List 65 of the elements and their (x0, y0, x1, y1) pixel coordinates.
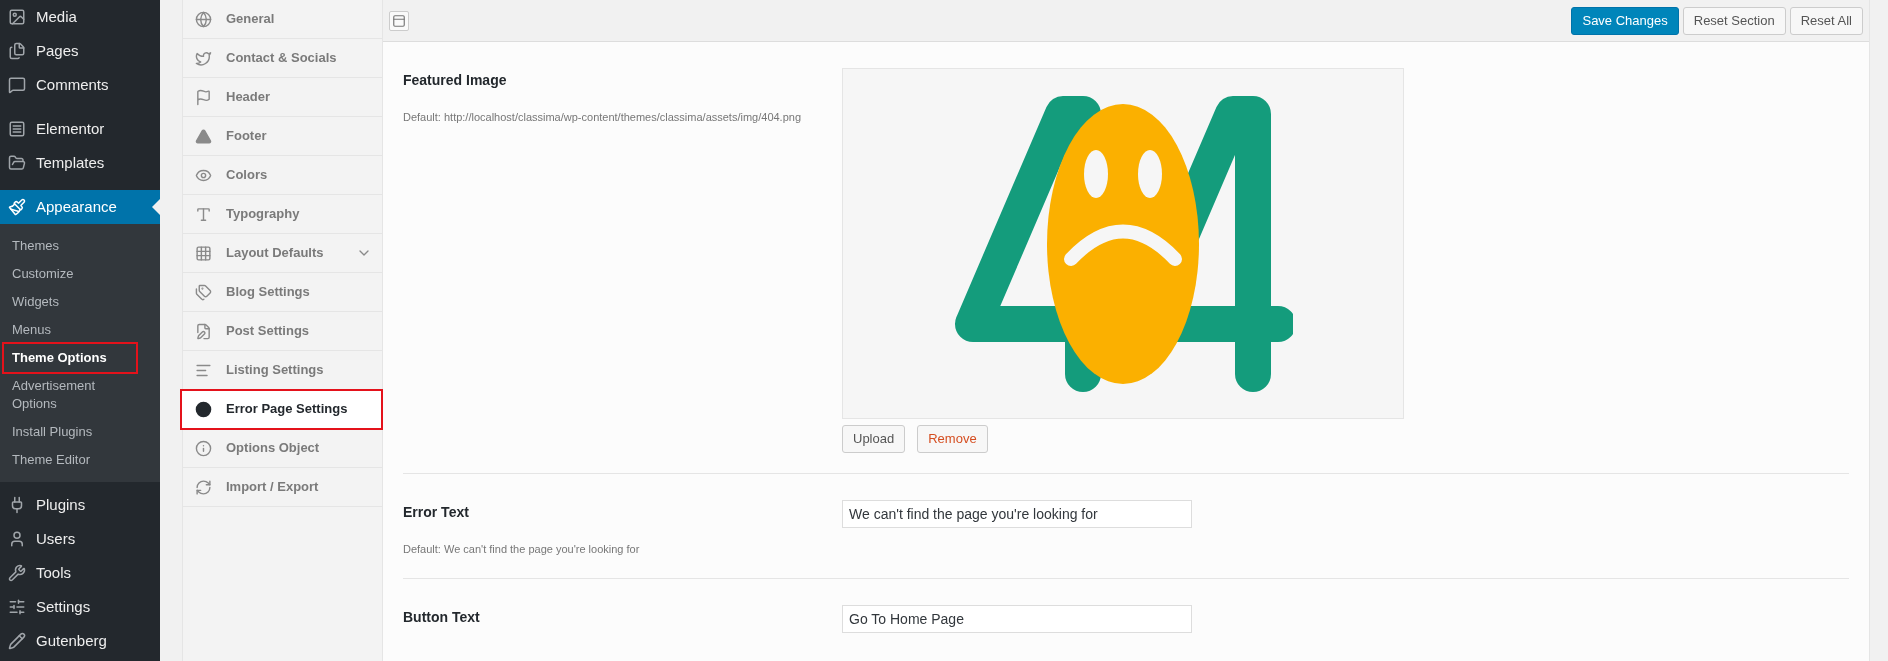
menu-item[interactable]: Templates (0, 146, 160, 180)
field-label: Error Text (403, 503, 470, 522)
menu-item[interactable]: Elementor (0, 112, 160, 146)
submenu-item[interactable]: Themes (4, 232, 136, 260)
options-nav-item[interactable]: Import / Export (183, 468, 382, 507)
flag-icon (195, 88, 212, 106)
menu-item[interactable]: Settings (0, 590, 160, 624)
speech-bubble-icon (8, 76, 26, 94)
options-nav-item[interactable]: Header (183, 78, 382, 117)
bird-icon (195, 49, 212, 67)
submenu-item[interactable]: Advertisement Options (4, 372, 136, 418)
options-nav-item[interactable]: Error Page Settings (181, 390, 382, 429)
menu-item[interactable]: Media (0, 0, 160, 34)
triangle-icon (195, 127, 212, 145)
media-icon (8, 8, 26, 26)
remove-button[interactable]: Remove (917, 425, 988, 453)
menu-item[interactable]: Plugins (0, 488, 160, 522)
options-nav-item[interactable]: Contact & Socials (183, 39, 382, 78)
refresh-icon (195, 478, 212, 496)
toolbar-button[interactable]: Save Changes (1571, 6, 1679, 35)
options-nav-item[interactable]: Post Settings (183, 312, 382, 351)
field-description: Default: We can't find the page you're looking for (403, 542, 641, 557)
field-label: Featured Image (403, 71, 508, 90)
text-input[interactable]: Go To Home Page (842, 604, 1192, 633)
upload-button[interactable]: Upload (842, 425, 906, 453)
menu-item[interactable]: Comments (0, 68, 160, 102)
edit-icon (195, 322, 212, 340)
options-nav-item[interactable]: Layout Defaults (183, 234, 382, 273)
info-icon (195, 439, 212, 457)
field-description: Default: http://localhost/classima/wp-content/themes/classima/assets/img/404.png (403, 110, 803, 125)
options-nav-item[interactable]: Blog Settings (183, 273, 382, 312)
user-icon (8, 530, 26, 548)
sliders-icon (8, 598, 26, 616)
text-input[interactable]: We can't find the page you're looking for (842, 500, 1192, 528)
submenu-item[interactable]: Theme Editor (4, 446, 136, 474)
square-icon (8, 120, 26, 138)
submenu-item[interactable]: Menus (4, 316, 136, 344)
menu-item[interactable]: Gutenberg (0, 624, 160, 658)
submenu-item[interactable]: Widgets (4, 288, 136, 316)
options-nav-item[interactable]: Typography (183, 195, 382, 234)
text-icon (195, 205, 212, 223)
options-nav-item[interactable]: General (183, 0, 382, 39)
pages-icon (8, 42, 26, 60)
globe-icon (195, 10, 212, 28)
layout-toggle-icon[interactable] (389, 10, 409, 31)
menu-item[interactable]: Users (0, 522, 160, 556)
toolbar-button[interactable]: Reset Section (1682, 6, 1786, 35)
wrench-icon (8, 564, 26, 582)
menu-item[interactable]: Pages (0, 34, 160, 68)
submenu-item[interactable]: Install Plugins (4, 418, 136, 446)
menu-item[interactable]: Appearance (0, 190, 160, 224)
pencil-icon (8, 632, 26, 650)
folder-icon (8, 154, 26, 172)
field-label: Button Text (403, 607, 481, 627)
options-nav-item[interactable]: Colors (183, 156, 382, 195)
brush-icon (8, 198, 26, 216)
toolbar-button[interactable]: Reset All (1789, 6, 1863, 35)
submenu-item[interactable]: Customize (4, 260, 136, 288)
options-nav-item[interactable]: Footer (183, 117, 382, 156)
submenu-item[interactable]: Theme Options (4, 344, 136, 372)
menu-item[interactable]: Tools (0, 556, 160, 590)
pointer-arrow-icon (152, 199, 160, 215)
grid-icon (195, 244, 212, 262)
options-nav-item[interactable]: Options Object (183, 429, 382, 468)
tags-icon (195, 283, 212, 301)
